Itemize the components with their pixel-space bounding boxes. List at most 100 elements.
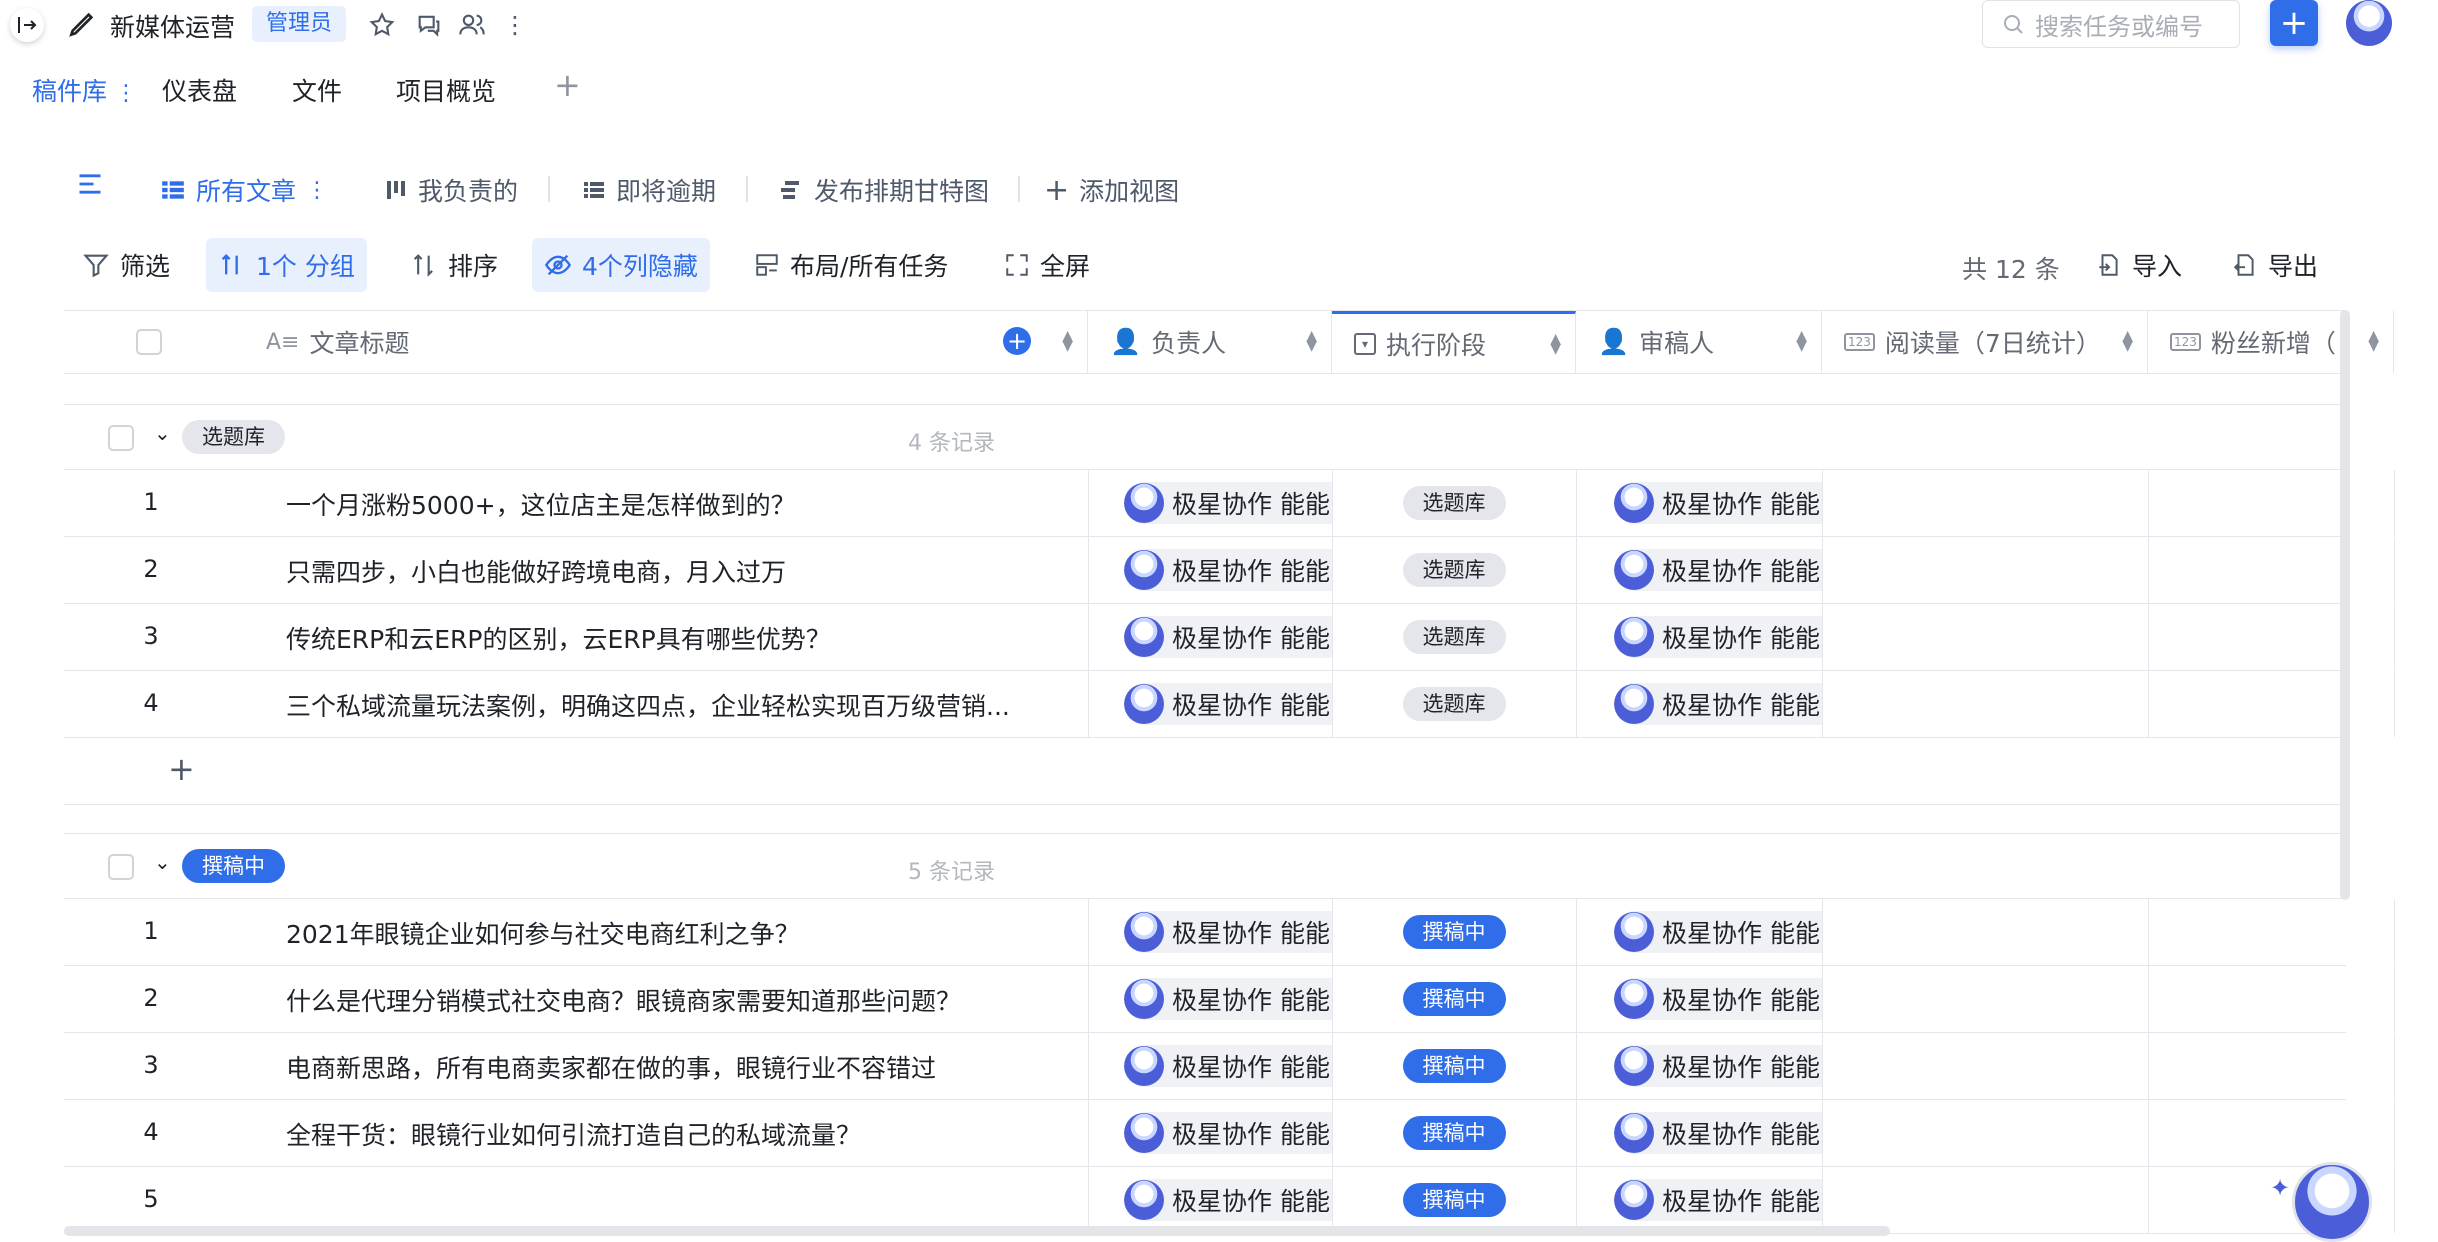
reviewer-cell[interactable]: 极星协作 能能 xyxy=(1614,1045,1822,1087)
view-mine[interactable]: 我负责的 xyxy=(384,172,518,208)
view-all-articles[interactable]: 所有文章 ⋮ xyxy=(160,172,328,208)
article-title[interactable]: 2021年眼镜企业如何参与社交电商红利之争？ xyxy=(286,915,1076,951)
article-title[interactable]: 电商新思路，所有电商卖家都在做的事，眼镜行业不容错过 xyxy=(286,1049,1076,1085)
column-reviewer[interactable]: 👤 审稿人 ▲ ▼ xyxy=(1576,311,1822,373)
article-title[interactable]: 三个私域流量玩法案例，明确这四点，企业轻松实现百万级营销... xyxy=(286,687,1076,723)
table-row[interactable]: 4 全程干货：眼镜行业如何引流打造自己的私域流量？ 极星协作 能能 撰稿中 极星协作 能… xyxy=(64,1100,2395,1167)
create-button[interactable]: + xyxy=(2270,0,2318,46)
reviewer-cell[interactable]: 极星协作 能能 xyxy=(1614,683,1822,725)
stage-tag[interactable]: 撰稿中 xyxy=(1402,1049,1506,1083)
view-more-icon[interactable]: ⋮ xyxy=(306,178,328,203)
group-header[interactable]: ⌄ 选题库 4 条记录 xyxy=(64,404,2346,470)
owner-cell[interactable]: 极星协作 能能 xyxy=(1124,978,1332,1020)
view-gantt[interactable]: 发布排期甘特图 xyxy=(778,172,989,208)
layout-button[interactable]: 布局/所有任务 xyxy=(742,238,960,292)
owner-cell[interactable]: 极星协作 能能 xyxy=(1124,1179,1332,1221)
search-input[interactable]: 搜索任务或编号 xyxy=(1982,0,2240,48)
reviewer-cell[interactable]: 极星协作 能能 xyxy=(1614,549,1822,591)
project-title[interactable]: 新媒体运营 xyxy=(110,8,235,44)
owner-cell[interactable]: 极星协作 能能 xyxy=(1124,1112,1332,1154)
add-module-button[interactable]: + xyxy=(554,66,581,104)
add-row[interactable]: + xyxy=(64,738,2346,805)
sort-arrows-icon[interactable]: ▲ ▼ xyxy=(1306,329,1317,353)
collapse-sidebar-button[interactable] xyxy=(10,8,44,42)
assistant-mascot[interactable]: ✦ xyxy=(2270,1162,2378,1242)
table-row[interactable]: 5 极星协作 能能 撰稿中 极星协作 能能 xyxy=(64,1167,2395,1234)
owner-cell[interactable]: 极星协作 能能 xyxy=(1124,549,1332,591)
table-row[interactable]: 2 什么是代理分销模式社交电商？眼镜商家需要知道那些问题？ 极星协作 能能 撰稿中 极星… xyxy=(64,966,2395,1033)
user-avatar[interactable] xyxy=(2346,0,2392,46)
sort-arrows-icon[interactable]: ▲ ▼ xyxy=(1062,329,1073,353)
table-row[interactable]: 2 只需四步，小白也能做好跨境电商，月入过万 极星协作 能能 选题库 极星协作 能能 xyxy=(64,537,2395,604)
stage-tag[interactable]: 选题库 xyxy=(1402,687,1506,721)
table-row[interactable]: 1 2021年眼镜企业如何参与社交电商红利之争？ 极星协作 能能 撰稿中 极星协作 能能 xyxy=(64,899,2395,966)
view-due-soon[interactable]: 即将逾期 xyxy=(582,172,716,208)
menu-icon[interactable] xyxy=(76,170,104,202)
import-button[interactable]: 导入 xyxy=(2084,238,2194,292)
stage-tag[interactable]: 选题库 xyxy=(1402,620,1506,654)
add-column-icon[interactable]: + xyxy=(1003,327,1031,355)
chevron-down-icon[interactable]: ⌄ xyxy=(154,850,171,874)
owner-cell[interactable]: 极星协作 能能 xyxy=(1124,683,1332,725)
chevron-down-icon[interactable]: ⌄ xyxy=(154,421,171,445)
tab-files[interactable]: 文件 xyxy=(292,72,342,108)
column-stage[interactable]: ▾ 执行阶段 ▲ ▼ xyxy=(1332,311,1576,373)
reviewer-cell[interactable]: 极星协作 能能 xyxy=(1614,482,1822,524)
stage-tag[interactable]: 撰稿中 xyxy=(1402,1116,1506,1150)
article-title[interactable]: 传统ERP和云ERP的区别，云ERP具有哪些优势？ xyxy=(286,620,1076,656)
stage-tag[interactable]: 选题库 xyxy=(1402,553,1506,587)
sort-arrows-icon[interactable]: ▲ ▼ xyxy=(1550,332,1561,356)
column-fans[interactable]: 123 粉丝新增（ ▲ ▼ xyxy=(2148,311,2394,373)
sort-button[interactable]: 排序 xyxy=(398,238,510,292)
table-row[interactable]: 3 传统ERP和云ERP的区别，云ERP具有哪些优势？ 极星协作 能能 选题库 极星协作… xyxy=(64,604,2395,671)
fullscreen-button[interactable]: 全屏 xyxy=(992,238,1102,292)
add-row-button[interactable]: + xyxy=(168,750,195,788)
add-view-button[interactable]: + 添加视图 xyxy=(1044,172,1179,208)
sort-arrows-icon[interactable]: ▲ ▼ xyxy=(2368,329,2379,353)
owner-cell[interactable]: 极星协作 能能 xyxy=(1124,482,1332,524)
more-icon[interactable]: ⋮ xyxy=(498,8,532,42)
sort-arrows-icon[interactable]: ▲ ▼ xyxy=(2122,329,2133,353)
stage-tag[interactable]: 撰稿中 xyxy=(1402,915,1506,949)
owner-cell[interactable]: 极星协作 能能 xyxy=(1124,911,1332,953)
star-icon[interactable] xyxy=(365,8,399,42)
reviewer-cell[interactable]: 极星协作 能能 xyxy=(1614,1112,1822,1154)
owner-cell[interactable]: 极星协作 能能 xyxy=(1124,616,1332,658)
tab-manuscript-library[interactable]: 稿件库 ⋮ xyxy=(32,72,137,108)
hidden-columns-button[interactable]: 4个列隐藏 xyxy=(532,238,710,292)
reviewer-cell[interactable]: 极星协作 能能 xyxy=(1614,616,1822,658)
group-button[interactable]: 1个 分组 xyxy=(206,238,367,292)
group-checkbox[interactable] xyxy=(108,854,134,880)
column-reads[interactable]: 123 阅读量（7日统计） ▲ ▼ xyxy=(1822,311,2148,373)
tab-overview[interactable]: 项目概览 xyxy=(396,72,496,108)
owner-cell[interactable]: 极星协作 能能 xyxy=(1124,1045,1332,1087)
select-all-checkbox[interactable] xyxy=(136,329,162,355)
reviewer-cell[interactable]: 极星协作 能能 xyxy=(1614,1179,1822,1221)
article-title[interactable]: 一个月涨粉5000+，这位店主是怎样做到的？ xyxy=(286,486,1076,522)
sort-arrows-icon[interactable]: ▲ ▼ xyxy=(1796,329,1807,353)
tab-dashboard[interactable]: 仪表盘 xyxy=(162,72,237,108)
stage-tag[interactable]: 撰稿中 xyxy=(1402,982,1506,1016)
group-header[interactable]: ⌄ 撰稿中 5 条记录 xyxy=(64,833,2346,899)
filter-button[interactable]: 筛选 xyxy=(70,238,182,292)
data-table: A≡ 文章标题 + ▲ ▼ 👤 负责人 ▲ ▼ ▾ 执行阶段 ▲ ▼ 👤 审稿人 ▲ ▼… xyxy=(64,310,2395,1234)
reviewer-cell[interactable]: 极星协作 能能 xyxy=(1614,911,1822,953)
column-title[interactable]: A≡ 文章标题 + ▲ ▼ xyxy=(244,311,1088,373)
vertical-scrollbar[interactable] xyxy=(2340,310,2350,900)
table-row[interactable]: 3 电商新思路，所有电商卖家都在做的事，眼镜行业不容错过 极星协作 能能 撰稿中 极星协… xyxy=(64,1033,2395,1100)
table-row[interactable]: 4 三个私域流量玩法案例，明确这四点，企业轻松实现百万级营销... 极星协作 能能 选… xyxy=(64,671,2395,738)
group-checkbox[interactable] xyxy=(108,425,134,451)
export-button[interactable]: 导出 xyxy=(2220,238,2330,292)
reviewer-cell[interactable]: 极星协作 能能 xyxy=(1614,978,1822,1020)
horizontal-scrollbar[interactable] xyxy=(64,1226,1890,1236)
stage-tag[interactable]: 撰稿中 xyxy=(1402,1183,1506,1217)
article-title[interactable]: 只需四步，小白也能做好跨境电商，月入过万 xyxy=(286,553,1076,589)
article-title[interactable]: 全程干货：眼镜行业如何引流打造自己的私域流量？ xyxy=(286,1116,1076,1152)
stage-tag[interactable]: 选题库 xyxy=(1402,486,1506,520)
column-owner[interactable]: 👤 负责人 ▲ ▼ xyxy=(1088,311,1332,373)
table-row[interactable]: 1 一个月涨粉5000+，这位店主是怎样做到的？ 极星协作 能能 选题库 极星协作 能能 xyxy=(64,470,2395,537)
members-icon[interactable] xyxy=(455,8,489,42)
chat-icon[interactable] xyxy=(412,8,446,42)
article-title[interactable]: 什么是代理分销模式社交电商？眼镜商家需要知道那些问题？ xyxy=(286,982,1076,1018)
tab-more-icon[interactable]: ⋮ xyxy=(115,81,137,106)
